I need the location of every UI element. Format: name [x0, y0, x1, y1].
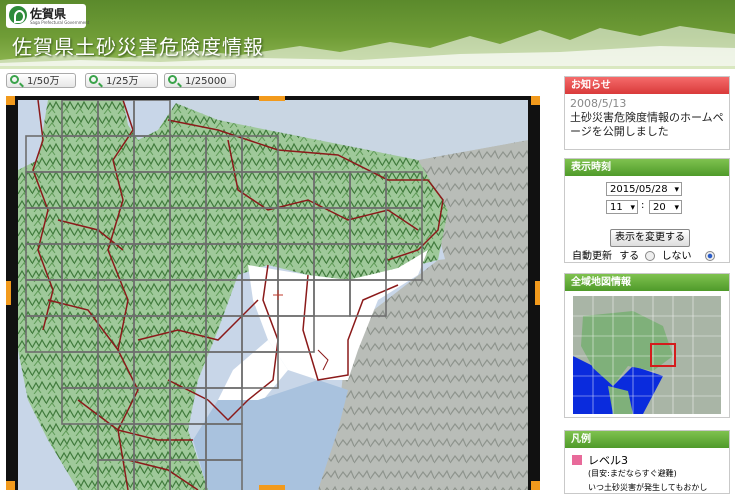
frame-corner-bottom-left — [6, 481, 15, 490]
frame-corner-top-left — [6, 96, 15, 105]
zoom-250k-label: 1/25万 — [106, 76, 139, 87]
frame-handle-left[interactable] — [6, 281, 11, 305]
legend-level3-note: (目安:まだならすぐ避難) — [588, 469, 677, 478]
legend-panel: 凡例 レベル3 (目安:まだならすぐ避難) いつ土砂災害が発生してもおかし — [564, 430, 730, 494]
zoom-500k-button[interactable]: 1/50万 — [6, 73, 76, 88]
legend-level3-swatch — [572, 455, 582, 465]
frame-corner-bottom-right — [531, 481, 540, 490]
map-canvas[interactable] — [18, 100, 528, 490]
date-select[interactable]: 2015/05/28 — [606, 182, 682, 197]
overview-panel: 全域地図情報 — [564, 273, 730, 418]
display-time-heading: 表示時刻 — [565, 159, 729, 176]
auto-update-row: 自動更新 する しない — [572, 247, 715, 262]
hour-select[interactable]: 11 — [606, 200, 638, 215]
news-heading: お知らせ — [565, 77, 729, 94]
frame-handle-bottom[interactable] — [259, 485, 285, 490]
hazard-map[interactable] — [6, 96, 540, 490]
zoom-250k-button[interactable]: 1/25万 — [85, 73, 158, 88]
auto-update-off-label: しない — [661, 251, 692, 262]
frame-corner-top-right — [531, 96, 540, 105]
news-date: 2008/5/13 — [570, 97, 627, 110]
prefecture-emblem-icon — [9, 6, 27, 24]
frame-handle-top[interactable] — [259, 96, 285, 101]
magnifier-icon — [89, 75, 98, 84]
auto-update-on-label: する — [619, 251, 640, 262]
site-header: 佐賀県 Saga Prefectural Government 佐賀県土砂災害危… — [0, 0, 735, 66]
magnifier-icon — [168, 75, 177, 84]
legend-heading: 凡例 — [565, 431, 729, 448]
legend-level3-description: いつ土砂災害が発生してもおかし — [588, 483, 708, 492]
logo-subtitle: Saga Prefectural Government — [30, 20, 90, 25]
auto-update-off-radio[interactable] — [704, 251, 715, 261]
news-panel: お知らせ 2008/5/13 土砂災害危険度情報のホームページを公開しました — [564, 76, 730, 150]
zoom-500k-label: 1/50万 — [27, 76, 60, 87]
time-separator: : — [641, 200, 645, 211]
apply-time-button[interactable]: 表示を変更する — [610, 229, 690, 247]
auto-update-label: 自動更新 — [572, 251, 612, 262]
prefecture-logo[interactable]: 佐賀県 Saga Prefectural Government — [6, 4, 90, 28]
zoom-25000-button[interactable]: 1/25000 — [164, 73, 236, 88]
zoom-25000-label: 1/25000 — [185, 76, 227, 87]
legend-level3-label: レベル3 — [588, 454, 628, 467]
auto-update-on-radio[interactable] — [645, 251, 656, 261]
news-text: 土砂災害危険度情報のホームページを公開しました — [570, 111, 724, 138]
minute-select[interactable]: 20 — [649, 200, 682, 215]
display-time-panel: 表示時刻 2015/05/28 11 : 20 表示を変更する 自動更新 する … — [564, 158, 730, 263]
overview-map[interactable] — [573, 296, 721, 414]
frame-handle-right[interactable] — [535, 281, 540, 305]
magnifier-icon — [10, 75, 19, 84]
page-title: 佐賀県土砂災害危険度情報 — [12, 35, 264, 59]
header-divider — [0, 66, 735, 69]
overview-heading: 全域地図情報 — [565, 274, 729, 291]
